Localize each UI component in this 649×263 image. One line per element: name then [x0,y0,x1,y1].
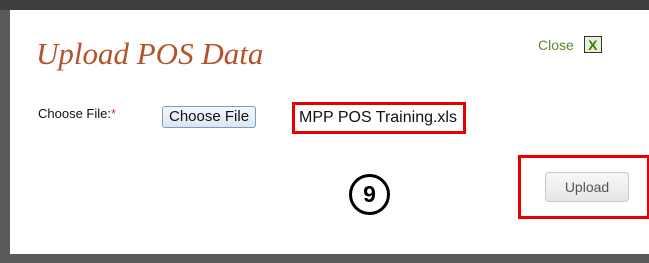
upload-dialog: Upload POS Data Close X Choose File:* Ch… [10,10,649,254]
step-number-badge: 9 [349,174,390,215]
selected-file-name: MPP POS Training.xls [292,102,466,134]
close-control[interactable]: Close X [538,36,602,53]
close-link[interactable]: Close [538,37,574,53]
upload-button[interactable]: Upload [545,172,629,202]
choose-file-label: Choose File:* [38,106,116,121]
backdrop-header-strip [0,0,649,10]
required-marker: * [110,106,117,121]
dialog-title: Upload POS Data [36,36,264,71]
choose-file-button[interactable]: Choose File [162,106,257,128]
choose-file-label-text: Choose File: [38,106,111,121]
close-x-icon[interactable]: X [583,36,602,53]
